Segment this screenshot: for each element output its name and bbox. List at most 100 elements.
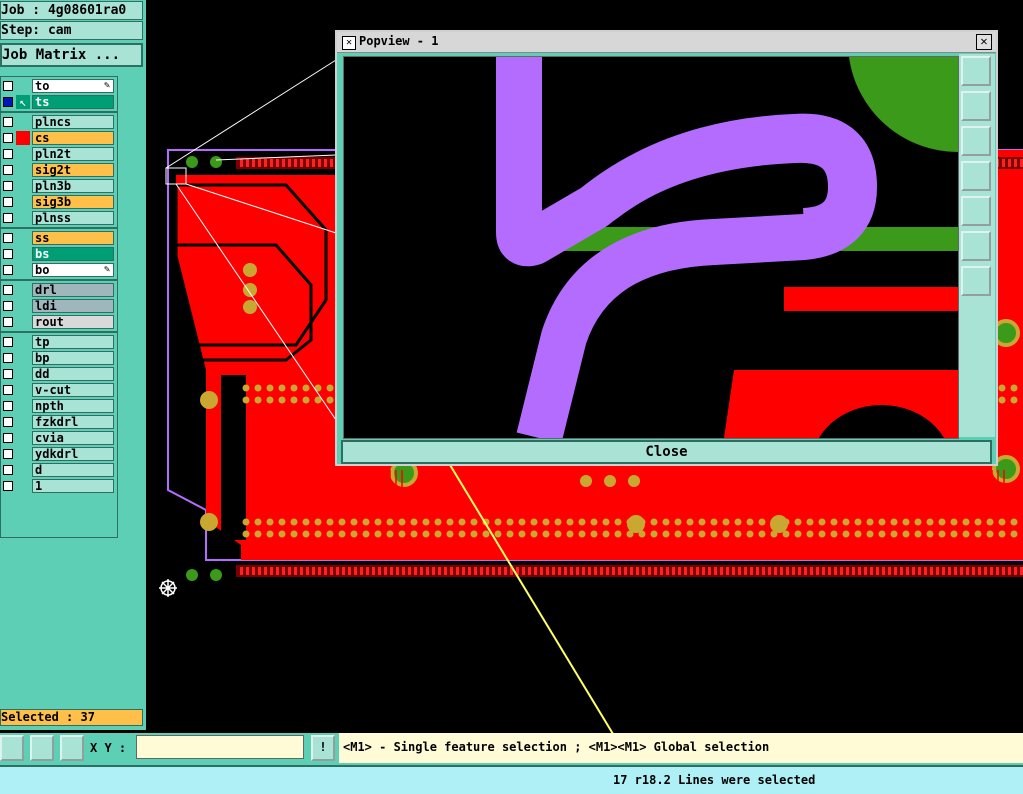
layer-row-bp[interactable]: bp — [1, 351, 117, 365]
layer-row-ydkdrl[interactable]: ydkdrl — [1, 447, 117, 461]
layer-row-ldi[interactable]: ldi — [1, 299, 117, 313]
layer-checkbox[interactable] — [3, 369, 13, 379]
layer-row-plncs[interactable]: plncs — [1, 115, 117, 129]
layer-name[interactable]: fzkdrl — [32, 415, 114, 429]
layer-row-cvia[interactable]: cvia — [1, 431, 117, 445]
layer-row-tp[interactable]: tp — [1, 335, 117, 349]
layer-row-bs[interactable]: bs — [1, 247, 117, 261]
layer-name[interactable]: ydkdrl — [32, 447, 114, 461]
popview-titlebar[interactable]: ✕ Popview - 1 ✕ — [337, 32, 996, 53]
layer-panel: Job : 4g08601ra0 Step: cam Job Matrix ..… — [0, 0, 146, 730]
grid-icon[interactable] — [60, 735, 84, 761]
pan-up-icon[interactable] — [961, 91, 991, 121]
layer-name[interactable]: 1 — [32, 479, 114, 493]
layer-name[interactable]: sig3b — [32, 195, 114, 209]
select-mode-icon[interactable] — [0, 735, 24, 761]
popview-window: ✕ Popview - 1 ✕ Close — [335, 30, 998, 466]
layer-row-sig2t[interactable]: sig2t — [1, 163, 117, 177]
layer-name[interactable]: ldi — [32, 299, 114, 313]
layer-checkbox[interactable] — [3, 301, 13, 311]
layer-checkbox[interactable] — [3, 117, 13, 127]
layer-checkbox[interactable] — [3, 249, 13, 259]
work-layer-arrow-icon: ↖ — [16, 95, 30, 109]
layer-checkbox[interactable] — [3, 265, 13, 275]
layer-row-sig3b[interactable]: sig3b — [1, 195, 117, 209]
layer-checkbox[interactable] — [3, 465, 13, 475]
layer-name[interactable]: tp — [32, 335, 114, 349]
layer-row-d[interactable]: d — [1, 463, 117, 477]
close-icon[interactable]: ✕ — [976, 34, 992, 50]
layer-name[interactable]: to ✎ — [32, 79, 114, 93]
layer-name[interactable]: pln2t — [32, 147, 114, 161]
layer-checkbox[interactable] — [3, 449, 13, 459]
layer-name[interactable]: sig2t — [32, 163, 114, 177]
layer-row-1[interactable]: 1 — [1, 479, 117, 493]
xy-input[interactable] — [136, 735, 304, 759]
layer-row-drl[interactable]: drl — [1, 283, 117, 297]
layer-name[interactable]: bs — [32, 247, 114, 261]
layer-checkbox[interactable] — [3, 417, 13, 427]
layer-row-npth[interactable]: npth — [1, 399, 117, 413]
layer-row-dd[interactable]: dd — [1, 367, 117, 381]
job-name: Job : 4g08601ra0 — [0, 1, 143, 20]
layer-checkbox[interactable] — [3, 181, 13, 191]
command-bar: X Y : ! <M1> - Single feature selection … — [0, 733, 1023, 765]
layer-row-v-cut[interactable]: v-cut — [1, 383, 117, 397]
layer-checkbox[interactable] — [3, 481, 13, 491]
layer-checkbox[interactable] — [3, 165, 13, 175]
layer-name[interactable]: dd — [32, 367, 114, 381]
layer-row-fzkdrl[interactable]: fzkdrl — [1, 415, 117, 429]
layer-name[interactable]: npth — [32, 399, 114, 413]
layer-checkbox[interactable] — [3, 285, 13, 295]
layer-name[interactable]: drl — [32, 283, 114, 297]
hint-text: <M1> - Single feature selection ; <M1><M… — [339, 733, 1023, 763]
popview-close-button[interactable]: Close — [341, 440, 992, 464]
layer-color-swatch — [16, 131, 30, 145]
layer-checkbox[interactable] — [3, 353, 13, 363]
layer-name[interactable]: ts — [32, 95, 114, 109]
layer-checkbox[interactable] — [3, 385, 13, 395]
zoom-fit-icon[interactable] — [961, 231, 991, 261]
job-matrix-button[interactable]: Job Matrix ... — [0, 43, 143, 67]
layer-checkbox[interactable] — [3, 433, 13, 443]
layer-name[interactable]: ss — [32, 231, 114, 245]
layer-name[interactable]: rout — [32, 315, 114, 329]
zoom-in-icon[interactable] — [961, 56, 991, 86]
pan-right-icon[interactable] — [961, 196, 991, 226]
layer-name[interactable]: cs — [32, 131, 114, 145]
layer-checkbox[interactable] — [3, 317, 13, 327]
layer-checkbox[interactable] — [3, 149, 13, 159]
layer-checkbox[interactable] — [3, 197, 13, 207]
layer-row-plnss[interactable]: plnss — [1, 211, 117, 225]
layer-row-cs[interactable]: cs — [1, 131, 117, 145]
layer-row-bo[interactable]: bo ✎ — [1, 263, 117, 277]
layer-name[interactable]: d — [32, 463, 114, 477]
popview-canvas[interactable] — [343, 56, 959, 439]
layer-row-pln2t[interactable]: pln2t — [1, 147, 117, 161]
pan-left-icon[interactable] — [961, 161, 991, 191]
window-menu-icon[interactable]: ✕ — [342, 36, 356, 50]
zoom-out-icon[interactable] — [961, 266, 991, 296]
layer-name[interactable]: pln3b — [32, 179, 114, 193]
pan-down-icon[interactable] — [961, 126, 991, 156]
layer-row-rout[interactable]: rout — [1, 315, 117, 329]
layer-checkbox[interactable] — [3, 213, 13, 223]
layer-row-to[interactable]: to ✎ — [1, 79, 117, 93]
layer-name[interactable]: bo ✎ — [32, 263, 114, 277]
layer-checkbox[interactable] — [3, 233, 13, 243]
layer-row-ss[interactable]: ss — [1, 231, 117, 245]
layer-checkbox[interactable] — [3, 97, 13, 107]
layer-checkbox[interactable] — [3, 401, 13, 411]
layer-checkbox[interactable] — [3, 81, 13, 91]
layer-checkbox[interactable] — [3, 133, 13, 143]
layer-row-ts[interactable]: ↖ ts — [1, 95, 117, 109]
layer-name[interactable]: v-cut — [32, 383, 114, 397]
layer-name[interactable]: plncs — [32, 115, 114, 129]
layer-row-pln3b[interactable]: pln3b — [1, 179, 117, 193]
layer-name[interactable]: cvia — [32, 431, 114, 445]
layer-name[interactable]: bp — [32, 351, 114, 365]
layer-checkbox[interactable] — [3, 337, 13, 347]
exclaim-button[interactable]: ! — [311, 735, 335, 761]
measure-icon[interactable] — [30, 735, 54, 761]
layer-name[interactable]: plnss — [32, 211, 114, 225]
